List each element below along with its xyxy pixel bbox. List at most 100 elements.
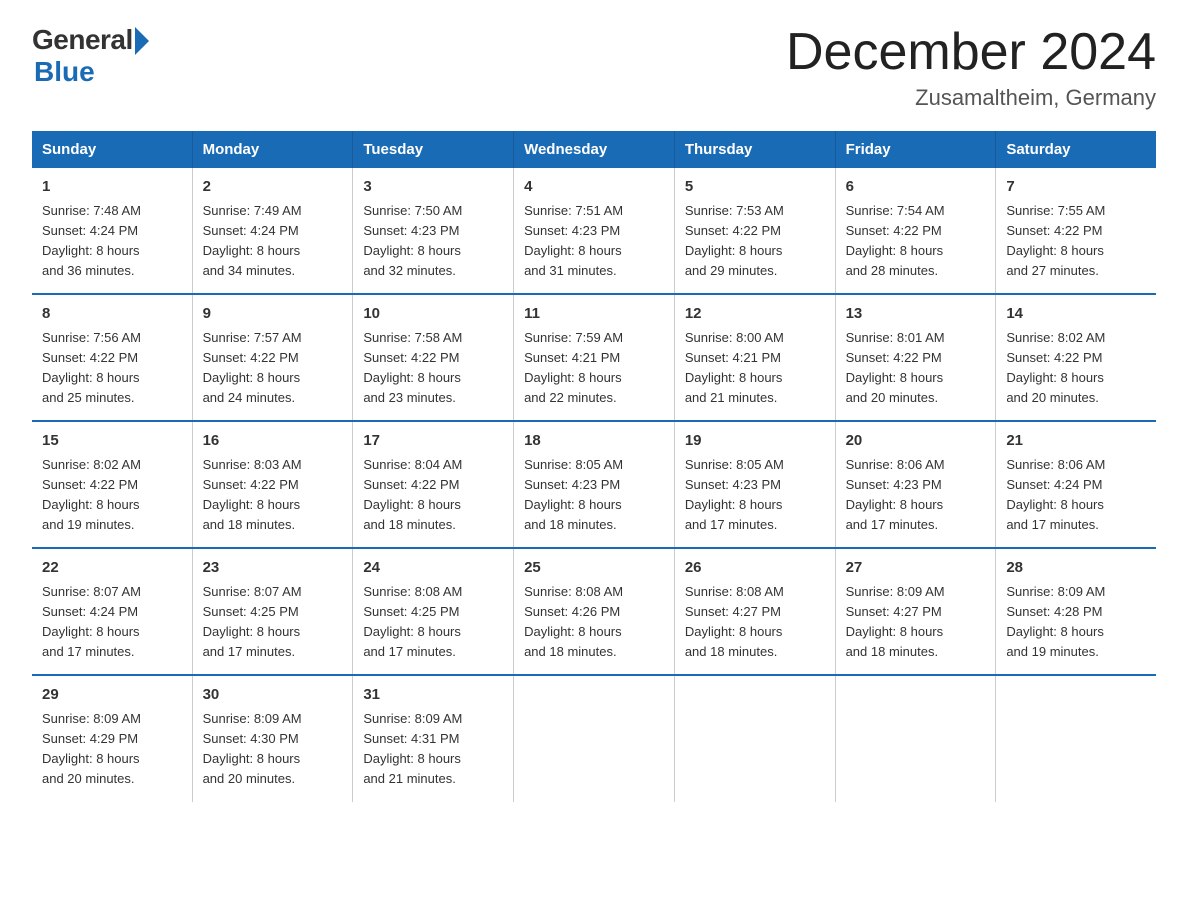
column-header-saturday: Saturday <box>996 131 1156 168</box>
calendar-cell: 10Sunrise: 7:58 AM Sunset: 4:22 PM Dayli… <box>353 294 514 421</box>
day-info: Sunrise: 8:03 AM Sunset: 4:22 PM Dayligh… <box>203 455 343 536</box>
logo-arrow-icon <box>135 27 149 55</box>
day-number: 9 <box>203 303 343 326</box>
day-number: 17 <box>363 430 503 453</box>
day-info: Sunrise: 7:50 AM Sunset: 4:23 PM Dayligh… <box>363 201 503 282</box>
day-number: 21 <box>1006 430 1146 453</box>
day-number: 12 <box>685 303 825 326</box>
day-number: 19 <box>685 430 825 453</box>
calendar-week-row: 8Sunrise: 7:56 AM Sunset: 4:22 PM Daylig… <box>32 294 1156 421</box>
column-header-friday: Friday <box>835 131 996 168</box>
day-number: 11 <box>524 303 664 326</box>
calendar-cell: 22Sunrise: 8:07 AM Sunset: 4:24 PM Dayli… <box>32 548 192 675</box>
logo-blue-text: Blue <box>34 56 95 88</box>
day-info: Sunrise: 8:09 AM Sunset: 4:27 PM Dayligh… <box>846 582 986 663</box>
day-info: Sunrise: 8:09 AM Sunset: 4:31 PM Dayligh… <box>363 709 503 790</box>
calendar-cell: 27Sunrise: 8:09 AM Sunset: 4:27 PM Dayli… <box>835 548 996 675</box>
day-number: 14 <box>1006 303 1146 326</box>
page-title: December 2024 <box>786 24 1156 81</box>
day-info: Sunrise: 8:02 AM Sunset: 4:22 PM Dayligh… <box>42 455 182 536</box>
day-number: 20 <box>846 430 986 453</box>
day-number: 2 <box>203 176 343 199</box>
day-number: 16 <box>203 430 343 453</box>
day-number: 23 <box>203 557 343 580</box>
calendar-cell: 1Sunrise: 7:48 AM Sunset: 4:24 PM Daylig… <box>32 168 192 294</box>
day-info: Sunrise: 7:56 AM Sunset: 4:22 PM Dayligh… <box>42 328 182 409</box>
calendar-cell: 7Sunrise: 7:55 AM Sunset: 4:22 PM Daylig… <box>996 168 1156 294</box>
calendar-cell <box>996 675 1156 801</box>
title-block: December 2024 Zusamaltheim, Germany <box>786 24 1156 111</box>
day-number: 22 <box>42 557 182 580</box>
day-number: 6 <box>846 176 986 199</box>
page-header: General Blue December 2024 Zusamaltheim,… <box>32 24 1156 111</box>
day-info: Sunrise: 8:01 AM Sunset: 4:22 PM Dayligh… <box>846 328 986 409</box>
day-info: Sunrise: 8:09 AM Sunset: 4:30 PM Dayligh… <box>203 709 343 790</box>
calendar-cell: 29Sunrise: 8:09 AM Sunset: 4:29 PM Dayli… <box>32 675 192 801</box>
calendar-cell: 17Sunrise: 8:04 AM Sunset: 4:22 PM Dayli… <box>353 421 514 548</box>
day-number: 26 <box>685 557 825 580</box>
column-header-monday: Monday <box>192 131 353 168</box>
day-number: 4 <box>524 176 664 199</box>
day-number: 5 <box>685 176 825 199</box>
calendar-cell: 23Sunrise: 8:07 AM Sunset: 4:25 PM Dayli… <box>192 548 353 675</box>
day-number: 24 <box>363 557 503 580</box>
day-number: 3 <box>363 176 503 199</box>
calendar-cell: 24Sunrise: 8:08 AM Sunset: 4:25 PM Dayli… <box>353 548 514 675</box>
calendar-cell: 4Sunrise: 7:51 AM Sunset: 4:23 PM Daylig… <box>514 168 675 294</box>
calendar-cell: 9Sunrise: 7:57 AM Sunset: 4:22 PM Daylig… <box>192 294 353 421</box>
day-info: Sunrise: 8:08 AM Sunset: 4:27 PM Dayligh… <box>685 582 825 663</box>
column-header-sunday: Sunday <box>32 131 192 168</box>
day-info: Sunrise: 7:51 AM Sunset: 4:23 PM Dayligh… <box>524 201 664 282</box>
day-info: Sunrise: 8:07 AM Sunset: 4:24 PM Dayligh… <box>42 582 182 663</box>
calendar-cell: 14Sunrise: 8:02 AM Sunset: 4:22 PM Dayli… <box>996 294 1156 421</box>
day-info: Sunrise: 8:09 AM Sunset: 4:28 PM Dayligh… <box>1006 582 1146 663</box>
calendar-week-row: 1Sunrise: 7:48 AM Sunset: 4:24 PM Daylig… <box>32 168 1156 294</box>
calendar-cell: 15Sunrise: 8:02 AM Sunset: 4:22 PM Dayli… <box>32 421 192 548</box>
calendar-cell: 3Sunrise: 7:50 AM Sunset: 4:23 PM Daylig… <box>353 168 514 294</box>
day-info: Sunrise: 8:08 AM Sunset: 4:26 PM Dayligh… <box>524 582 664 663</box>
calendar-cell: 28Sunrise: 8:09 AM Sunset: 4:28 PM Dayli… <box>996 548 1156 675</box>
calendar-week-row: 15Sunrise: 8:02 AM Sunset: 4:22 PM Dayli… <box>32 421 1156 548</box>
calendar-cell: 31Sunrise: 8:09 AM Sunset: 4:31 PM Dayli… <box>353 675 514 801</box>
day-info: Sunrise: 7:55 AM Sunset: 4:22 PM Dayligh… <box>1006 201 1146 282</box>
day-info: Sunrise: 8:07 AM Sunset: 4:25 PM Dayligh… <box>203 582 343 663</box>
day-number: 25 <box>524 557 664 580</box>
column-header-tuesday: Tuesday <box>353 131 514 168</box>
logo: General Blue <box>32 24 149 88</box>
column-header-thursday: Thursday <box>674 131 835 168</box>
day-number: 28 <box>1006 557 1146 580</box>
calendar-cell: 5Sunrise: 7:53 AM Sunset: 4:22 PM Daylig… <box>674 168 835 294</box>
calendar-cell: 21Sunrise: 8:06 AM Sunset: 4:24 PM Dayli… <box>996 421 1156 548</box>
calendar-cell <box>674 675 835 801</box>
day-info: Sunrise: 7:54 AM Sunset: 4:22 PM Dayligh… <box>846 201 986 282</box>
day-info: Sunrise: 7:59 AM Sunset: 4:21 PM Dayligh… <box>524 328 664 409</box>
day-number: 7 <box>1006 176 1146 199</box>
day-number: 13 <box>846 303 986 326</box>
page-subtitle: Zusamaltheim, Germany <box>786 85 1156 111</box>
day-info: Sunrise: 8:05 AM Sunset: 4:23 PM Dayligh… <box>685 455 825 536</box>
calendar-week-row: 29Sunrise: 8:09 AM Sunset: 4:29 PM Dayli… <box>32 675 1156 801</box>
day-number: 15 <box>42 430 182 453</box>
day-info: Sunrise: 8:00 AM Sunset: 4:21 PM Dayligh… <box>685 328 825 409</box>
calendar-cell <box>514 675 675 801</box>
calendar-cell: 18Sunrise: 8:05 AM Sunset: 4:23 PM Dayli… <box>514 421 675 548</box>
calendar-cell: 30Sunrise: 8:09 AM Sunset: 4:30 PM Dayli… <box>192 675 353 801</box>
day-info: Sunrise: 8:08 AM Sunset: 4:25 PM Dayligh… <box>363 582 503 663</box>
day-number: 30 <box>203 684 343 707</box>
calendar-cell: 8Sunrise: 7:56 AM Sunset: 4:22 PM Daylig… <box>32 294 192 421</box>
day-info: Sunrise: 7:53 AM Sunset: 4:22 PM Dayligh… <box>685 201 825 282</box>
day-info: Sunrise: 7:48 AM Sunset: 4:24 PM Dayligh… <box>42 201 182 282</box>
calendar-week-row: 22Sunrise: 8:07 AM Sunset: 4:24 PM Dayli… <box>32 548 1156 675</box>
day-number: 8 <box>42 303 182 326</box>
day-info: Sunrise: 8:04 AM Sunset: 4:22 PM Dayligh… <box>363 455 503 536</box>
calendar-cell: 20Sunrise: 8:06 AM Sunset: 4:23 PM Dayli… <box>835 421 996 548</box>
day-number: 31 <box>363 684 503 707</box>
calendar-cell: 11Sunrise: 7:59 AM Sunset: 4:21 PM Dayli… <box>514 294 675 421</box>
calendar-cell: 6Sunrise: 7:54 AM Sunset: 4:22 PM Daylig… <box>835 168 996 294</box>
calendar-cell: 2Sunrise: 7:49 AM Sunset: 4:24 PM Daylig… <box>192 168 353 294</box>
calendar-cell: 12Sunrise: 8:00 AM Sunset: 4:21 PM Dayli… <box>674 294 835 421</box>
calendar-cell: 19Sunrise: 8:05 AM Sunset: 4:23 PM Dayli… <box>674 421 835 548</box>
calendar-header-row: SundayMondayTuesdayWednesdayThursdayFrid… <box>32 131 1156 168</box>
calendar-cell <box>835 675 996 801</box>
day-info: Sunrise: 8:02 AM Sunset: 4:22 PM Dayligh… <box>1006 328 1146 409</box>
